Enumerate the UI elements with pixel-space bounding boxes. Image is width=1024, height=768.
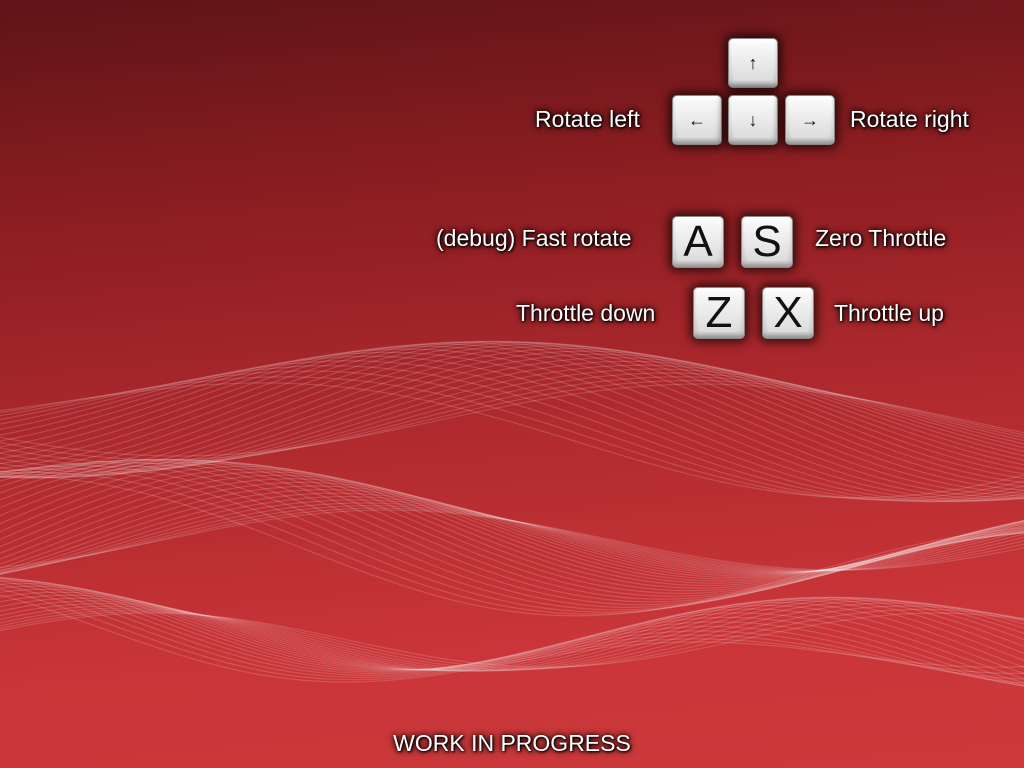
wave-line: [0, 348, 1024, 501]
wave-line: [0, 605, 1024, 671]
arrow-up-icon: ↑: [748, 52, 758, 73]
rotate-left-label: Rotate left: [535, 106, 640, 132]
rotate-right-label: Rotate right: [850, 106, 969, 132]
arrow-left-icon: ←: [688, 109, 706, 130]
x-key-label: X: [773, 288, 803, 337]
a-key-label: A: [683, 217, 713, 266]
wave-line: [0, 580, 1024, 680]
wave-line: [0, 343, 1024, 499]
wave-line: [0, 379, 1024, 461]
wave-line: [0, 343, 1024, 480]
a-key[interactable]: A: [672, 216, 724, 268]
s-key-label: S: [752, 217, 782, 266]
z-key-label: Z: [705, 288, 733, 337]
up-arrow-key[interactable]: ↑: [728, 38, 778, 88]
right-arrow-key[interactable]: →: [785, 95, 835, 145]
down-arrow-key[interactable]: ↓: [728, 95, 778, 145]
wave-line: [0, 353, 1024, 478]
s-key[interactable]: S: [741, 216, 793, 268]
arrow-right-icon: →: [801, 109, 819, 130]
x-key[interactable]: X: [762, 287, 814, 339]
zero-throttle-label: Zero Throttle: [815, 225, 947, 251]
work-in-progress-banner: WORK IN PROGRESS: [393, 730, 631, 756]
left-arrow-key[interactable]: ←: [672, 95, 722, 145]
throttle-down-label: Throttle down: [516, 300, 656, 326]
wave-line: [0, 471, 1024, 615]
fast-rotate-label: (debug) Fast rotate: [436, 225, 632, 251]
arrow-down-icon: ↓: [748, 109, 758, 130]
z-key[interactable]: Z: [693, 287, 745, 339]
wave-line: [0, 351, 1024, 502]
throttle-up-label: Throttle up: [834, 300, 944, 326]
